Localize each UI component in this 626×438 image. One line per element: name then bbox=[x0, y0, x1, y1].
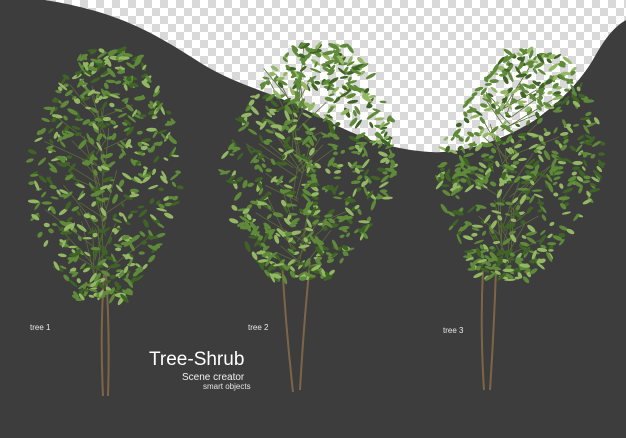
leaf bbox=[41, 201, 52, 205]
branding-block: Tree-Shrub Scene creator smart objects bbox=[149, 349, 279, 391]
leaf bbox=[138, 251, 145, 255]
brand-title: Tree-Shrub bbox=[149, 349, 245, 370]
tree-2-label: tree 2 bbox=[248, 323, 269, 332]
tree-1-label: tree 1 bbox=[30, 323, 51, 332]
leaf bbox=[517, 100, 527, 104]
tree-scene-illustration bbox=[0, 0, 626, 438]
brand-tagline: smart objects bbox=[203, 382, 251, 391]
tree-3-label: tree 3 bbox=[443, 326, 464, 335]
image-canvas: tree 1 tree 2 tree 3 Tree-Shrub Scene cr… bbox=[0, 0, 626, 438]
